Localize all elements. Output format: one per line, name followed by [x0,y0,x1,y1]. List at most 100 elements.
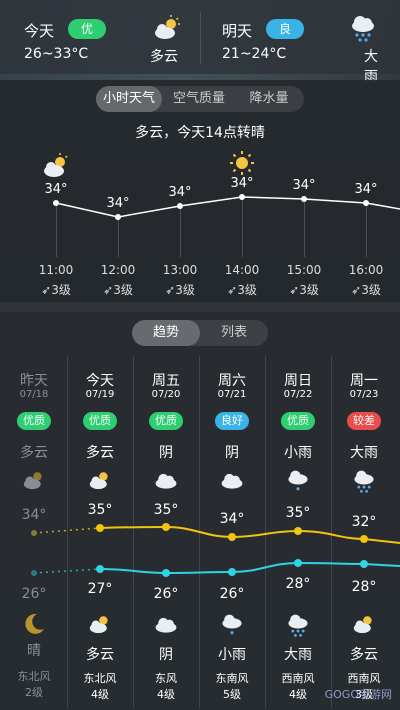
low-temp: 28° [351,579,377,595]
hourly-tab-bar: 小时天气 空气质量 降水量 [96,86,304,112]
aqi-badge: 优质 [281,412,315,430]
hourly-temp: 34° [230,176,254,191]
today-label: 今天 [24,22,55,40]
aqi-badge: 优质 [149,412,183,430]
today-condition: 多云 [150,49,178,65]
hour-time: 11:00 [38,263,74,277]
day-name: 周一 [350,373,378,389]
wind-icon: ➶ [165,283,176,297]
hour-time: 14:00 [224,263,260,277]
day-name: 周日 [284,373,312,389]
partly-cloudy-icon [152,14,182,44]
hour-wind: ➶3级 [289,283,319,297]
wind-icon: ➶ [103,283,114,297]
day-date: 07/18 [19,389,49,400]
day-date: 07/20 [151,389,181,400]
hourly-temp: 34° [168,185,192,200]
today-summary[interactable]: 今天 优 26~33°C 多云 [0,0,200,74]
tab-air-quality[interactable]: 空气质量 [166,86,232,112]
wind-direction: 东风 [155,672,177,685]
today-aqi-badge: 优 [68,19,107,39]
cloud-icon [153,470,179,494]
daily-tab-bar: 趋势 列表 [132,320,268,346]
hour-wind: ➶3级 [103,283,133,297]
aqi-badge: 良好 [215,412,249,430]
tab-precipitation[interactable]: 降水量 [236,86,302,112]
aqi-badge: 优质 [83,412,117,430]
day-condition: 阴 [159,445,173,461]
hour-wind: ➶3级 [351,283,381,297]
night-condition: 小雨 [218,647,246,663]
wind-icon: ➶ [351,283,362,297]
night-condition: 大雨 [284,647,312,663]
day-name: 周六 [218,373,246,389]
tab-hourly-weather[interactable]: 小时天气 [96,86,162,112]
aqi-badge: 优质 [17,412,51,430]
moon-icon [22,612,46,640]
night-condition: 多云 [350,647,378,663]
tab-trend[interactable]: 趋势 [132,320,200,346]
light-rain-icon [219,612,245,642]
day-date: 07/21 [217,389,247,400]
day-date: 07/23 [349,389,379,400]
wind-direction: 东北风 [83,672,117,685]
wind-level: 4级 [289,688,307,701]
hourly-temp: 34° [292,178,316,193]
tomorrow-temp-range: 21~24°C [222,46,287,62]
hourly-temp: 34° [354,182,378,197]
wind-level: 4级 [91,688,109,701]
hourly-temp: 34° [44,182,68,197]
heavy-rain-icon [351,468,377,498]
day-date: 07/22 [283,389,313,400]
wind-direction: 西南风 [281,672,315,685]
hour-gridline [118,219,119,257]
night-condition: 晴 [27,643,41,659]
tab-list[interactable]: 列表 [200,320,268,346]
hour-gridline [180,208,181,257]
day-condition: 多云 [86,445,114,461]
wind-direction: 东南风 [215,672,249,685]
day-condition: 小雨 [284,445,312,461]
partly-cloudy-icon [41,152,71,182]
heavy-rain-icon [285,612,311,642]
wind-direction: 东北风 [17,670,51,683]
hour-gridline [56,205,57,257]
partly-cloudy-icon [351,612,377,638]
wind-level: 4级 [157,688,175,701]
hour-time: 13:00 [162,263,198,277]
night-condition: 阴 [159,647,173,663]
tomorrow-label: 明天 [222,22,253,40]
watermark-logo: GOGO手游网 [324,688,392,701]
day-condition: 阴 [225,445,239,461]
hour-wind: ➶3级 [227,283,257,297]
today-temp-range: 26~33°C [24,46,89,62]
day-name: 周五 [152,373,180,389]
partly-cloudy-icon [87,612,113,638]
wind-level: 2级 [25,686,43,699]
tomorrow-aqi-badge: 良 [266,19,305,39]
low-temp: 27° [87,581,113,597]
partly-cloudy-icon [87,468,113,494]
day-name: 今天 [86,373,114,389]
cloud-icon [219,470,245,494]
low-temp: 26° [21,586,47,602]
day-name: 昨天 [20,373,48,389]
low-temp: 26° [153,586,179,602]
low-temp: 26° [219,586,245,602]
weather-summary: 多云，今天14点转晴 [135,125,265,141]
hour-time: 16:00 [348,263,384,277]
wind-icon: ➶ [289,283,300,297]
hour-time: 12:00 [100,263,136,277]
hour-time: 15:00 [286,263,322,277]
aqi-badge: 较差 [347,412,381,430]
heavy-rain-icon [348,14,378,46]
hour-gridline [304,201,305,257]
hour-wind: ➶3级 [165,283,195,297]
hour-wind: ➶3级 [41,283,71,297]
hour-gridline [242,199,243,257]
wind-icon: ➶ [227,283,238,297]
cloud-icon [153,614,179,638]
hour-gridline [366,205,367,257]
tomorrow-summary[interactable]: 明天 良 21~24°C 大雨 [200,0,400,85]
today-tomorrow-panel: 今天 优 26~33°C 多云 明天 良 21~24°C 大雨 [0,0,400,85]
